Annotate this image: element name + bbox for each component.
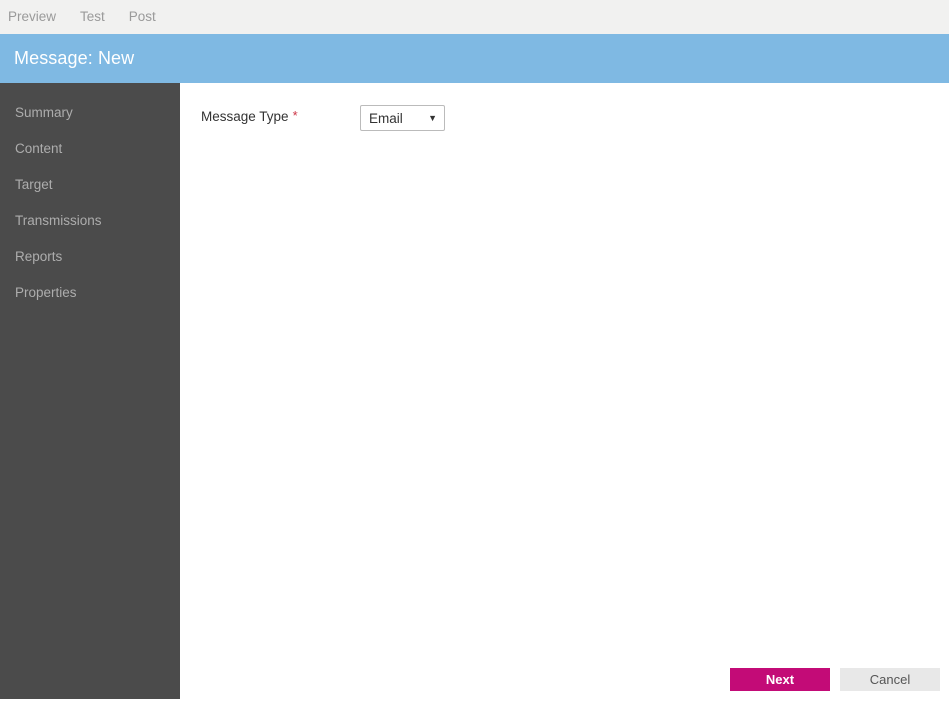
toolbar-test-button[interactable]: Test [80, 0, 105, 34]
message-type-control: Email ▼ [360, 105, 445, 131]
message-form: Message Type * Email ▼ [180, 83, 949, 145]
sidebar-item-reports[interactable]: Reports [0, 239, 180, 275]
sidebar-item-target[interactable]: Target [0, 167, 180, 203]
sidebar-item-transmissions[interactable]: Transmissions [0, 203, 180, 239]
required-asterisk-icon: * [292, 108, 298, 123]
next-button[interactable]: Next [730, 668, 830, 691]
sidebar-item-summary[interactable]: Summary [0, 95, 180, 131]
sidebar-item-properties[interactable]: Properties [0, 275, 180, 311]
page-title: Message: New [14, 48, 135, 68]
page-header-bar: Message: New [0, 34, 949, 83]
message-type-label-text: Message Type [201, 109, 289, 124]
message-type-select-wrap: Email ▼ [360, 105, 445, 131]
main-content: Message Type * Email ▼ Next Cancel [180, 83, 949, 702]
message-type-select[interactable]: Email [360, 105, 445, 131]
sidebar-nav: Summary Content Target Transmissions Rep… [0, 83, 180, 699]
form-footer-actions: Next Cancel [180, 668, 949, 702]
toolbar-preview-button[interactable]: Preview [8, 0, 56, 34]
form-row-message-type: Message Type * Email ▼ [180, 105, 949, 145]
toolbar-post-button[interactable]: Post [129, 0, 156, 34]
top-toolbar: Preview Test Post [0, 0, 949, 34]
sidebar-item-content[interactable]: Content [0, 131, 180, 167]
message-type-label: Message Type * [201, 108, 298, 125]
cancel-button[interactable]: Cancel [840, 668, 940, 691]
